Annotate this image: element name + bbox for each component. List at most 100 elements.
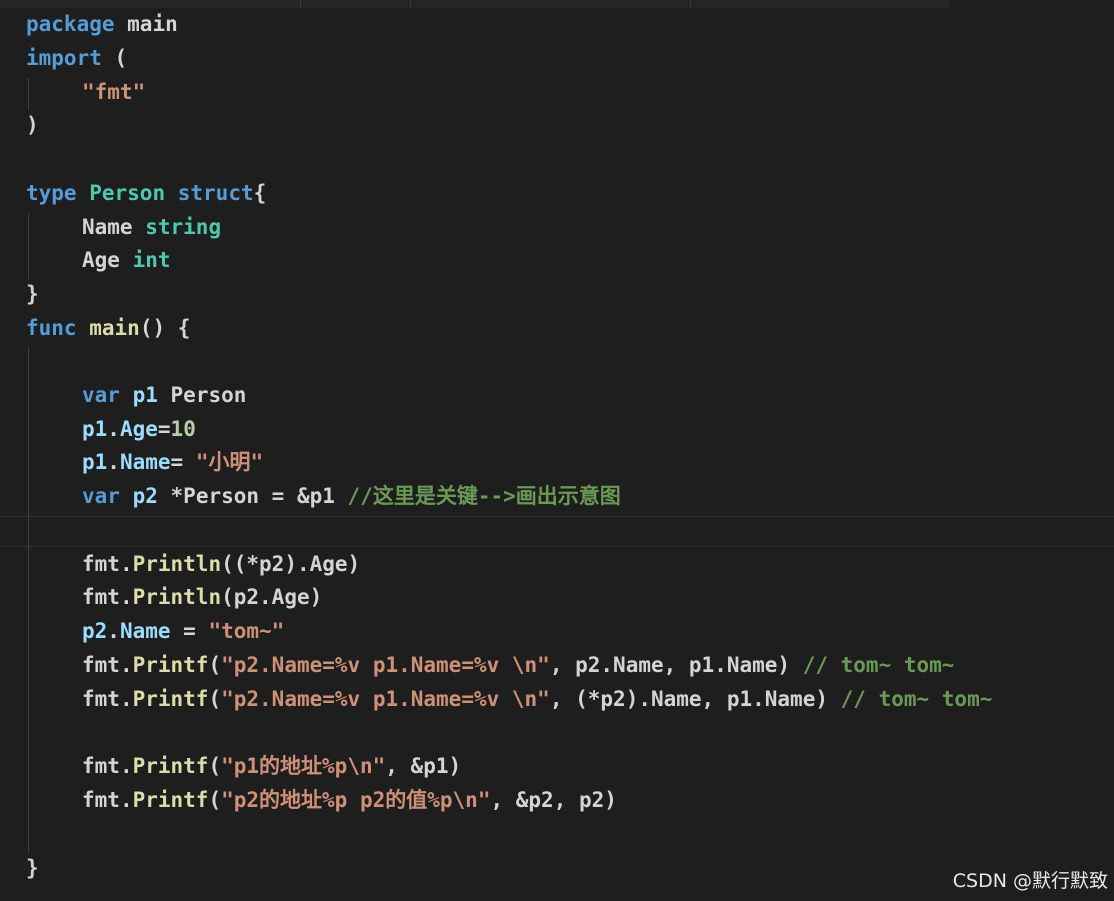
string-token: "p2.Name=%v p1.Name=%v \n" bbox=[221, 653, 550, 677]
punctuation-token: . bbox=[107, 450, 120, 474]
keyword-token: type bbox=[26, 181, 77, 205]
string-token: "p2.Name=%v p1.Name=%v \n" bbox=[221, 687, 550, 711]
field-token: Age bbox=[82, 248, 120, 272]
variable-token: p1 bbox=[82, 450, 108, 474]
field-token: Name bbox=[82, 215, 133, 239]
string-token: "p2的地址%p p2的值%p\n" bbox=[221, 788, 491, 812]
code-line: Age int bbox=[26, 244, 171, 278]
tab-segment bbox=[410, 0, 691, 8]
arguments-token: , (*p2).Name, p1.Name) bbox=[549, 687, 841, 711]
function-token: Printf bbox=[132, 653, 209, 677]
comment-token: // tom~ tom~ bbox=[802, 653, 955, 677]
type-token: int bbox=[132, 248, 171, 272]
punctuation-token: { bbox=[253, 181, 267, 205]
punctuation-token: } bbox=[26, 856, 39, 880]
string-token: "小明" bbox=[195, 450, 264, 474]
package-token: fmt bbox=[82, 585, 120, 609]
arguments-token: , p2.Name, p1.Name) bbox=[549, 653, 803, 677]
function-token: Printf bbox=[132, 687, 209, 711]
keyword-token: func bbox=[26, 316, 77, 340]
punctuation-token: . bbox=[107, 619, 120, 643]
arguments-token: (p2.Age) bbox=[221, 585, 323, 609]
number-token: 10 bbox=[170, 417, 196, 441]
code-line: fmt.Printf("p2.Name=%v p1.Name=%v \n", p… bbox=[26, 649, 954, 683]
package-token: fmt bbox=[82, 687, 120, 711]
field-token: Name bbox=[119, 450, 171, 474]
variable-token: p1 bbox=[82, 417, 108, 441]
punctuation-token: . bbox=[119, 585, 133, 609]
function-token: Printf bbox=[132, 788, 209, 812]
punctuation-token: . bbox=[119, 754, 133, 778]
punctuation-token: ( bbox=[208, 754, 222, 778]
punctuation-token: . bbox=[119, 653, 133, 677]
code-line: package main bbox=[26, 8, 178, 42]
code-line: type Person struct{ bbox=[26, 177, 266, 211]
package-token: fmt bbox=[82, 754, 120, 778]
package-token: fmt bbox=[82, 653, 120, 677]
punctuation-token: ( bbox=[208, 788, 222, 812]
code-line: fmt.Printf("p2的地址%p p2的值%p\n", &p2, p2) bbox=[26, 784, 617, 818]
code-line: fmt.Printf("p2.Name=%v p1.Name=%v \n", (… bbox=[26, 683, 992, 717]
type-token: string bbox=[145, 215, 222, 239]
punctuation-token: ( bbox=[208, 687, 222, 711]
function-token: main bbox=[89, 316, 140, 340]
current-line-highlight bbox=[0, 516, 1114, 547]
operator-token: = bbox=[157, 417, 171, 441]
field-token: Name bbox=[119, 619, 171, 643]
code-line: "fmt" bbox=[26, 76, 145, 110]
string-token: "fmt" bbox=[82, 80, 146, 104]
keyword-token: struct bbox=[177, 181, 254, 205]
function-token: Println bbox=[132, 585, 222, 609]
code-line: fmt.Println((*p2).Age) bbox=[26, 548, 360, 582]
punctuation-token: ) bbox=[26, 113, 39, 137]
code-line: var p2 *Person = &p1 //这里是关键-->画出示意图 bbox=[26, 480, 621, 514]
operator-token: = bbox=[170, 619, 209, 643]
punctuation-token: () { bbox=[139, 316, 191, 340]
code-line: p2.Name = "tom~" bbox=[26, 615, 284, 649]
operator-token: = bbox=[170, 450, 196, 474]
variable-token: p1 bbox=[132, 383, 158, 407]
code-editor[interactable]: package main import ( "fmt" ) type Perso… bbox=[0, 0, 1114, 901]
arguments-token: , &p2, p2) bbox=[490, 788, 617, 812]
code-line: fmt.Printf("p1的地址%p\n", &p1) bbox=[26, 750, 461, 784]
arguments-token: , &p1) bbox=[385, 754, 462, 778]
punctuation-token: } bbox=[26, 282, 39, 306]
arguments-token: ((*p2).Age) bbox=[221, 552, 361, 576]
tab-segment bbox=[300, 0, 411, 8]
comment-token: // tom~ tom~ bbox=[840, 687, 993, 711]
function-token: Printf bbox=[132, 754, 209, 778]
code-line: } bbox=[26, 278, 39, 312]
keyword-token: package bbox=[26, 12, 115, 36]
code-line: p1.Age=10 bbox=[26, 413, 196, 447]
identifier-token: main bbox=[114, 12, 178, 36]
tab-segment bbox=[0, 0, 301, 8]
code-line: Name string bbox=[26, 211, 221, 245]
expression-token: *Person = &p1 bbox=[157, 484, 348, 508]
code-line: func main() { bbox=[26, 312, 190, 346]
package-token: fmt bbox=[82, 552, 120, 576]
variable-token: p2 bbox=[82, 619, 108, 643]
punctuation-token: . bbox=[107, 417, 120, 441]
code-line: var p1 Person bbox=[26, 379, 246, 413]
editor-tab-strip bbox=[0, 0, 950, 8]
punctuation-token: . bbox=[119, 687, 133, 711]
code-line: import ( bbox=[26, 42, 127, 76]
field-token: Age bbox=[119, 417, 158, 441]
csdn-watermark: CSDN @默行默致 bbox=[952, 870, 1108, 892]
comment-token: //这里是关键-->画出示意图 bbox=[347, 484, 621, 508]
punctuation-token: ( bbox=[208, 653, 222, 677]
keyword-token: var bbox=[82, 383, 120, 407]
type-token: Person bbox=[89, 181, 166, 205]
punctuation-token: . bbox=[119, 552, 133, 576]
code-line: } bbox=[26, 852, 39, 886]
function-token: Println bbox=[132, 552, 222, 576]
package-token: fmt bbox=[82, 788, 120, 812]
string-token: "p1的地址%p\n" bbox=[221, 754, 386, 778]
